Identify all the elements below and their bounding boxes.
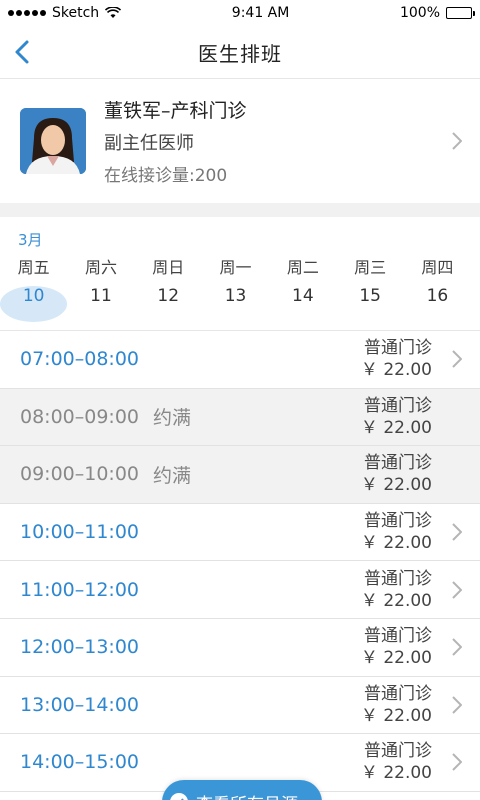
wifi-icon [105,7,122,18]
date-number[interactable]: 16 [404,286,471,322]
carrier-label: Sketch [52,5,100,21]
doctor-avatar [20,108,86,174]
weekday-label: 周四 [421,258,454,277]
status-right: 100% [399,5,475,21]
status-left: Sketch [8,5,122,21]
slot-type: 普通门诊 [364,741,432,762]
status-bar: Sketch 9:41 AM 100% [0,0,480,26]
status-time: 9:41 AM [231,5,290,21]
battery-percent: 100% [399,5,440,21]
doctor-card[interactable]: 董铁军–产科门诊 副主任医师 在线接诊量:200 [0,79,480,203]
back-arrow-icon[interactable] [10,36,38,68]
date-cell[interactable]: 10 [0,286,68,322]
month-label: 3月 [18,231,43,249]
slot-row[interactable]: 12:00–13:00 普通门诊 ￥ 22.00 [0,619,480,677]
date-row: 10 11 12 13 14 15 16 [0,286,480,322]
chevron-right-icon [452,753,462,772]
slot-type: 普通门诊 [364,395,432,416]
chevron-right-icon [452,638,462,656]
nav-bar: 医生排班 [0,26,480,79]
weekday-label: 周六 [84,258,117,277]
date-number[interactable]: 15 [336,286,403,322]
date-number[interactable]: 12 [135,286,202,322]
chevron-right-icon [452,580,462,599]
date-number[interactable]: 14 [269,286,336,322]
slot-time: 14:00–15:00 [20,751,140,774]
slot-row-full: 08:00–09:00 约满 普通门诊 ￥ 22.00 [0,388,480,447]
page-title: 医生排班 [198,41,282,66]
slot-row-full: 09:00–10:00 约满 普通门诊 ￥ 22.00 [0,446,480,504]
slot-info: 普通门诊 ￥ 22.00 [361,337,432,381]
battery-icon [446,7,475,19]
doctor-online-count: 在线接诊量:200 [104,166,228,186]
slot-time: 10:00–11:00 [20,521,140,544]
chevron-right-icon [452,523,462,541]
section-divider [0,203,480,217]
slot-price: ￥ 22.00 [360,533,432,554]
date-cell[interactable]: 14 [269,286,336,322]
slot-info: 普通门诊 ￥ 22.00 [361,625,432,669]
slot-status-full: 约满 [153,407,192,430]
date-number-selected[interactable]: 10 [0,286,68,322]
slot-row[interactable]: 13:00–14:00 普通门诊 ￥ 22.00 [0,677,480,735]
slot-price: ￥ 22.00 [360,475,432,496]
slot-info: 普通门诊 ￥ 22.00 [361,452,432,496]
slot-time: 11:00–12:00 [20,578,140,601]
slot-time: 08:00–09:00 [20,405,140,428]
doctor-name: 董铁军–产科门诊 [104,100,247,122]
doctor-title: 副主任医师 [104,133,194,154]
slot-price: ￥ 22.00 [360,763,432,784]
chevron-right-icon [452,350,462,369]
signal-icon [8,10,46,16]
view-all-slots-button[interactable]: 查看所有号源 [162,780,322,800]
doctor-info: 董铁军–产科门诊 副主任医师 在线接诊量:200 [104,96,247,186]
slot-time: 13:00–14:00 [20,693,140,716]
slot-type: 普通门诊 [364,338,432,359]
slot-time: 09:00–10:00 [20,463,140,486]
slot-row[interactable]: 11:00–12:00 普通门诊 ￥ 22.00 [0,561,480,619]
date-cell[interactable]: 13 [202,286,269,322]
view-all-slots-label: 查看所有号源 [196,790,298,800]
slot-time: 12:00–13:00 [20,636,140,659]
check-circle-icon [170,793,188,800]
slot-info: 普通门诊 ￥ 22.00 [361,740,432,784]
slot-price: ￥ 22.00 [360,417,432,438]
slot-list: 07:00–08:00 普通门诊 ￥ 22.00 08:00–09:00 约满 … [0,331,480,792]
slot-info: 普通门诊 ￥ 22.00 [361,683,432,727]
slot-type: 普通门诊 [364,511,432,532]
slot-status-full: 约满 [153,464,192,487]
slot-type: 普通门诊 [364,683,432,704]
date-number[interactable]: 11 [67,286,134,322]
slot-price: ￥ 22.00 [360,590,432,611]
weekday-label: 周二 [286,258,319,277]
slot-row[interactable]: 10:00–11:00 普通门诊 ￥ 22.00 [0,504,480,562]
weekday-label: 周三 [354,258,387,277]
chevron-right-icon [452,132,462,150]
slot-type: 普通门诊 [364,568,432,589]
date-cell[interactable]: 12 [135,286,202,322]
slot-price: ￥ 22.00 [360,648,432,669]
date-cell[interactable]: 11 [67,286,134,322]
slot-price: ￥ 22.00 [360,360,432,381]
date-cell[interactable]: 15 [336,286,403,322]
weekday-label: 周五 [17,258,50,277]
slot-time: 07:00–08:00 [20,348,140,371]
slot-info: 普通门诊 ￥ 22.00 [361,395,432,439]
slot-row[interactable]: 07:00–08:00 普通门诊 ￥ 22.00 [0,331,480,389]
slot-type: 普通门诊 [364,453,432,474]
slot-info: 普通门诊 ￥ 22.00 [361,568,432,612]
schedule-page: Sketch 9:41 AM 100% 医生排班 董铁军–产科门诊 副主任医师 … [0,0,480,800]
slot-info: 普通门诊 ￥ 22.00 [361,510,432,554]
weekday-row: 周五 周六 周日 周一 周二 周三 周四 [0,256,480,280]
date-cell[interactable]: 16 [404,286,471,322]
slot-price: ￥ 22.00 [360,705,432,726]
weekday-label: 周日 [152,258,185,277]
date-number[interactable]: 13 [202,286,269,322]
date-picker: 3月 周五 周六 周日 周一 周二 周三 周四 10 11 12 13 14 1… [0,217,480,331]
chevron-right-icon [452,696,462,714]
weekday-label: 周一 [219,258,252,277]
slot-type: 普通门诊 [364,626,432,647]
